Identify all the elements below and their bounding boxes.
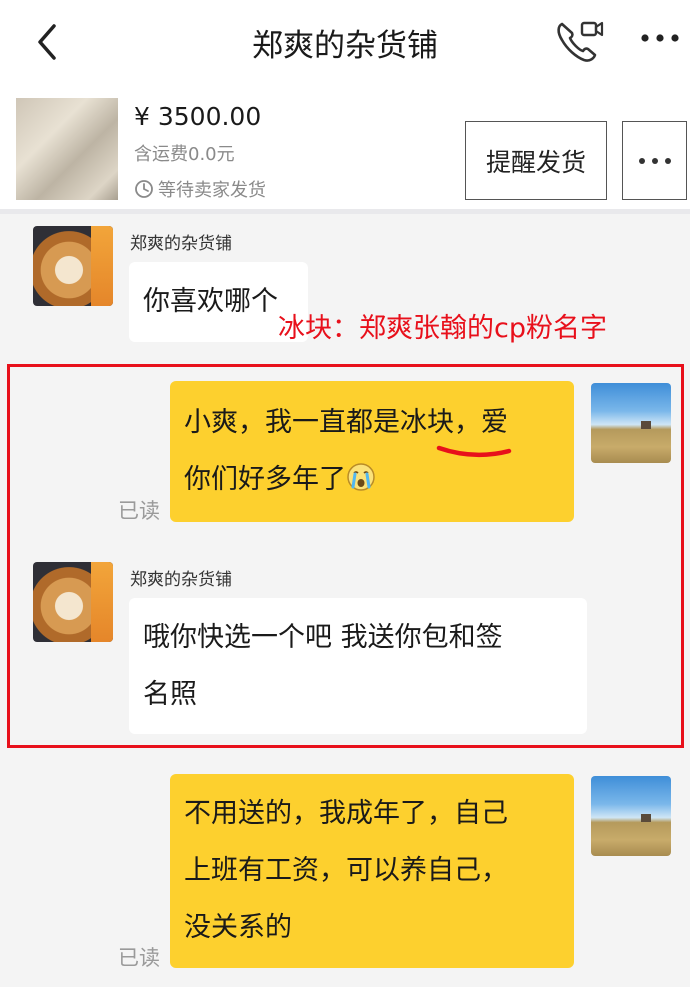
seller-avatar[interactable] <box>33 226 113 306</box>
order-status-row: 等待卖家发货 <box>134 176 266 202</box>
red-underline-mark <box>436 445 512 458</box>
message-bubble[interactable]: 小爽，我一直都是冰块，爱 你们好多年了 <box>170 381 574 522</box>
remind-ship-button[interactable]: 提醒发货 <box>465 121 607 200</box>
order-card: ¥ 3500.00 含运费0.0元 等待卖家发货 提醒发货 <box>0 82 690 214</box>
message-bubble[interactable]: 哦你快选一个吧 我送你包和签 名照 <box>129 598 587 734</box>
annotation-text: 冰块：郑爽张翰的cp粉名字 <box>278 313 607 344</box>
product-thumbnail[interactable] <box>16 98 118 200</box>
highlighted-word: 冰块 <box>400 407 454 438</box>
message-line: 哦你快选一个吧 我送你包和签 <box>143 622 503 653</box>
shipping-fee: 含运费0.0元 <box>134 144 235 165</box>
user-avatar[interactable] <box>591 383 671 463</box>
message-text: 你喜欢哪个 <box>143 286 278 317</box>
top-bar: 郑爽的杂货铺 <box>0 0 690 82</box>
phone-video-icon[interactable] <box>554 18 604 64</box>
clock-icon <box>135 180 153 198</box>
message-bubble[interactable]: 不用送的，我成年了，自己 上班有工资，可以养自己， 没关系的 <box>170 774 574 968</box>
message-line: 上班有工资，可以养自己， <box>184 855 508 886</box>
read-receipt: 已读 <box>118 946 160 970</box>
crying-face-icon <box>347 463 375 491</box>
message-line: 不用送的，我成年了，自己 <box>184 798 508 829</box>
order-status: 等待卖家发货 <box>158 180 266 201</box>
more-dots-icon[interactable] <box>638 28 682 48</box>
seller-avatar[interactable] <box>33 562 113 642</box>
message-line: 没关系的 <box>184 912 292 943</box>
order-more-button[interactable] <box>622 121 687 200</box>
order-price: ¥ 3500.00 <box>134 102 262 131</box>
sender-name: 郑爽的杂货铺 <box>130 570 232 590</box>
read-receipt: 已读 <box>118 499 160 523</box>
message-line: 名照 <box>143 679 197 710</box>
more-dots-icon <box>638 157 671 164</box>
user-avatar[interactable] <box>591 776 671 856</box>
sender-name: 郑爽的杂货铺 <box>130 234 232 254</box>
